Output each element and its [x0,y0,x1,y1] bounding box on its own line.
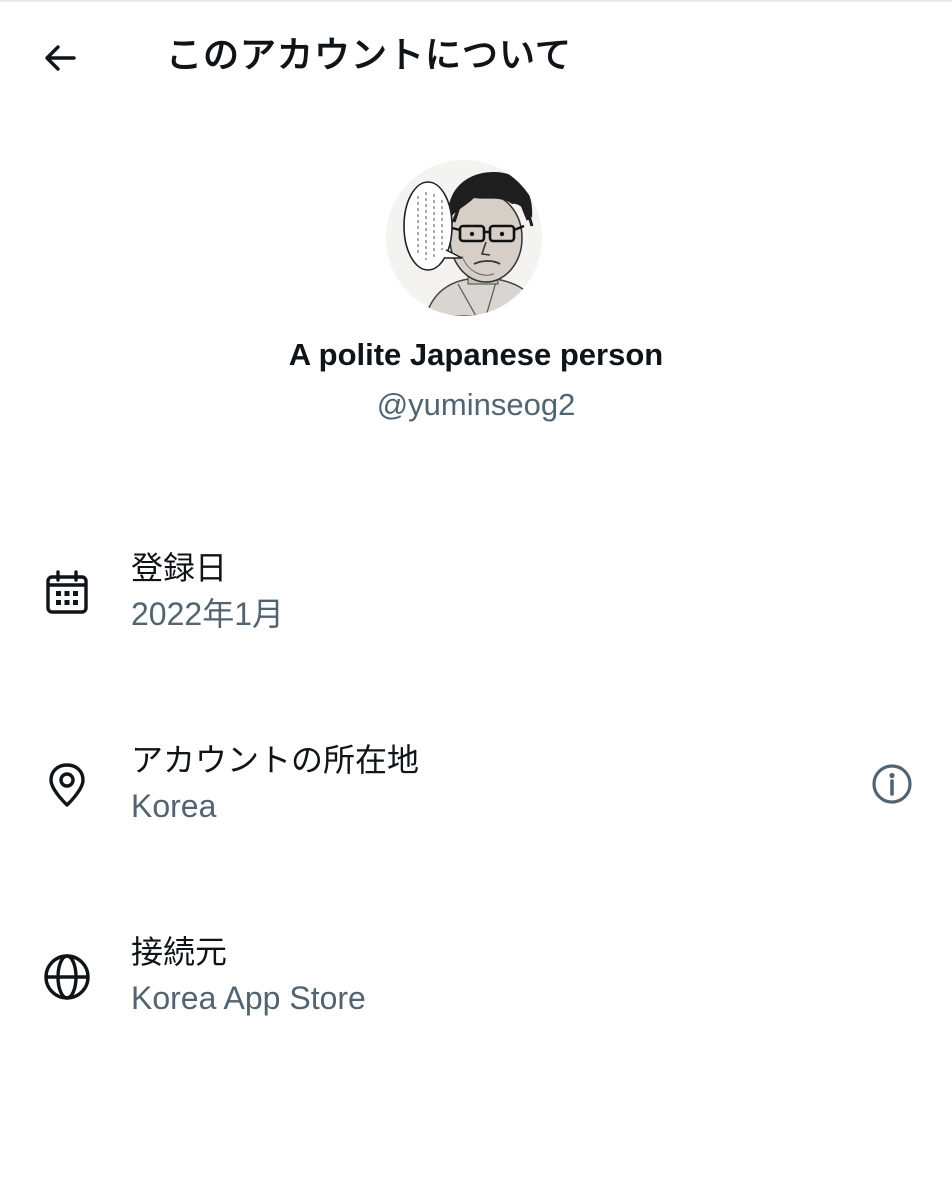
connected-via-value: Korea App Store [131,980,366,1016]
connected-via-label: 接続元 [131,933,228,971]
calendar-icon [40,566,94,620]
display-name: A polite Japanese person [288,337,664,372]
location-pin-icon [40,758,94,812]
page-title: このアカウントについて [166,35,572,76]
header-bar: このアカウントについて [0,20,952,92]
info-icon [872,764,912,804]
avatar-illustration [386,160,542,316]
arrow-left-icon [45,45,76,71]
registration-date-row: 登録日 2022年1月 [0,540,952,650]
account-location-row: アカウントの所在地 Korea [0,732,952,842]
profile-avatar[interactable] [386,160,542,316]
registration-date-label: 登録日 [131,549,228,587]
account-location-value: Korea [131,788,217,824]
top-divider [0,0,952,2]
back-button[interactable] [32,34,88,82]
registration-date-value: 2022年1月 [131,596,284,632]
info-button[interactable] [864,756,920,812]
account-location-label: アカウントの所在地 [131,741,420,779]
globe-icon [40,950,94,1004]
user-handle[interactable]: @yuminseog2 [0,384,952,426]
connected-via-row: 接続元 Korea App Store [0,924,952,1034]
